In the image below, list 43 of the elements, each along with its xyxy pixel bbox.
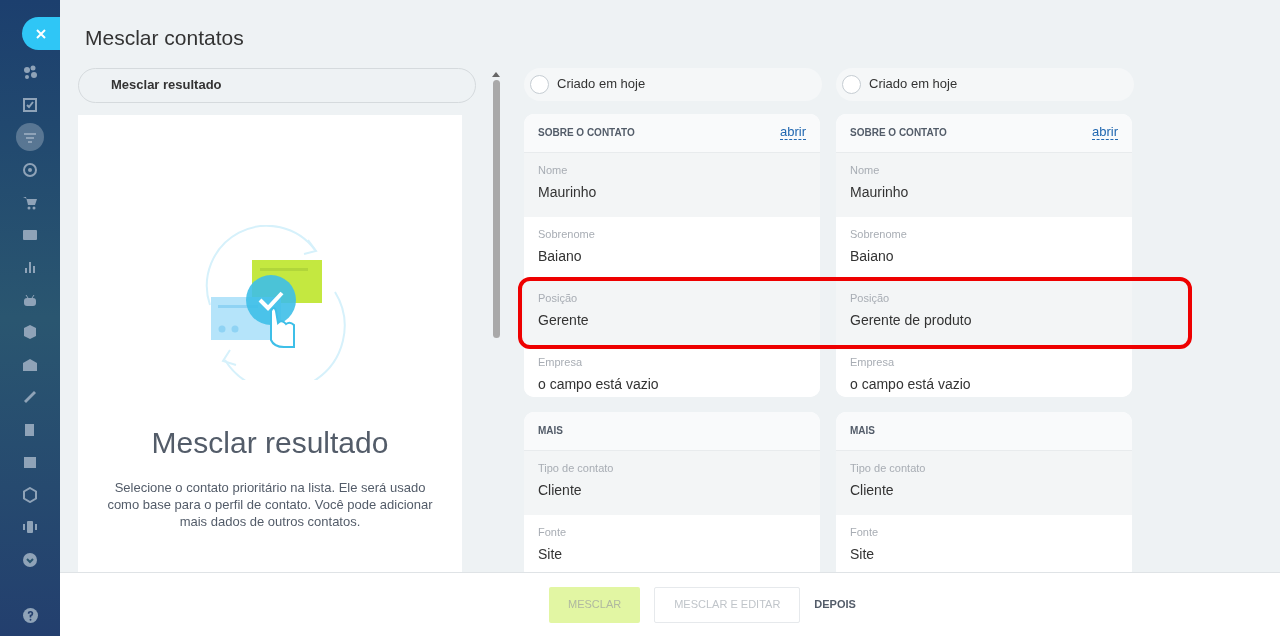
field-label: Empresa xyxy=(850,354,896,370)
field-label: Nome xyxy=(850,162,881,178)
radio-button[interactable] xyxy=(530,74,549,94)
contact-select[interactable]: Criado em hoje xyxy=(836,67,1134,101)
field-value: Baiano xyxy=(538,247,583,266)
field-label: Tipo de contato xyxy=(538,460,615,476)
field-label: Sobrenome xyxy=(850,226,908,242)
section-title: MAIS xyxy=(538,424,563,438)
section-title: SOBRE O CONTATO xyxy=(538,126,635,140)
field-value: Site xyxy=(538,545,564,564)
funnel-icon[interactable] xyxy=(16,123,44,151)
field-label: Posição xyxy=(850,290,891,306)
result-heading: Mesclar resultado xyxy=(151,424,389,461)
field-value: Gerente xyxy=(538,311,590,330)
field-value: Gerente de produto xyxy=(850,311,973,330)
open-link[interactable]: abrir xyxy=(780,125,806,140)
field-label: Empresa xyxy=(538,354,584,370)
help-icon[interactable] xyxy=(23,608,38,623)
scroll-up-icon[interactable] xyxy=(492,71,500,77)
section-title: SOBRE O CONTATO xyxy=(850,126,947,140)
field-value: Maurinho xyxy=(850,183,910,202)
close-button[interactable] xyxy=(22,17,60,50)
open-link[interactable]: abrir xyxy=(1092,125,1118,140)
field-value: Baiano xyxy=(850,247,895,266)
field-label: Sobrenome xyxy=(538,226,596,242)
result-description: Selecione o contato prioritário na lista. Ele será usado como base para o perfil de contato. Você pode adicionar mais dados de outros contatos. xyxy=(106,478,434,530)
close-icon xyxy=(35,27,47,40)
field-label: Posição xyxy=(538,290,579,306)
field-value: o campo está vazio xyxy=(538,375,660,394)
field-label: Tipo de contato xyxy=(850,460,927,476)
field-value: Cliente xyxy=(538,481,583,500)
field-label: Fonte xyxy=(538,524,568,540)
contact-select[interactable]: Criado em hoje xyxy=(524,67,822,101)
field-value: Site xyxy=(850,545,876,564)
radio-button[interactable] xyxy=(842,74,861,94)
field-value: Cliente xyxy=(850,481,895,500)
later-button[interactable]: DEPOIS xyxy=(814,586,856,623)
field-label: Nome xyxy=(538,162,569,178)
page-title: Mesclar contatos xyxy=(84,25,245,51)
field-label: Fonte xyxy=(850,524,880,540)
field-value: Maurinho xyxy=(538,183,598,202)
section-title: MAIS xyxy=(850,424,875,438)
field-value: o campo está vazio xyxy=(850,375,972,394)
